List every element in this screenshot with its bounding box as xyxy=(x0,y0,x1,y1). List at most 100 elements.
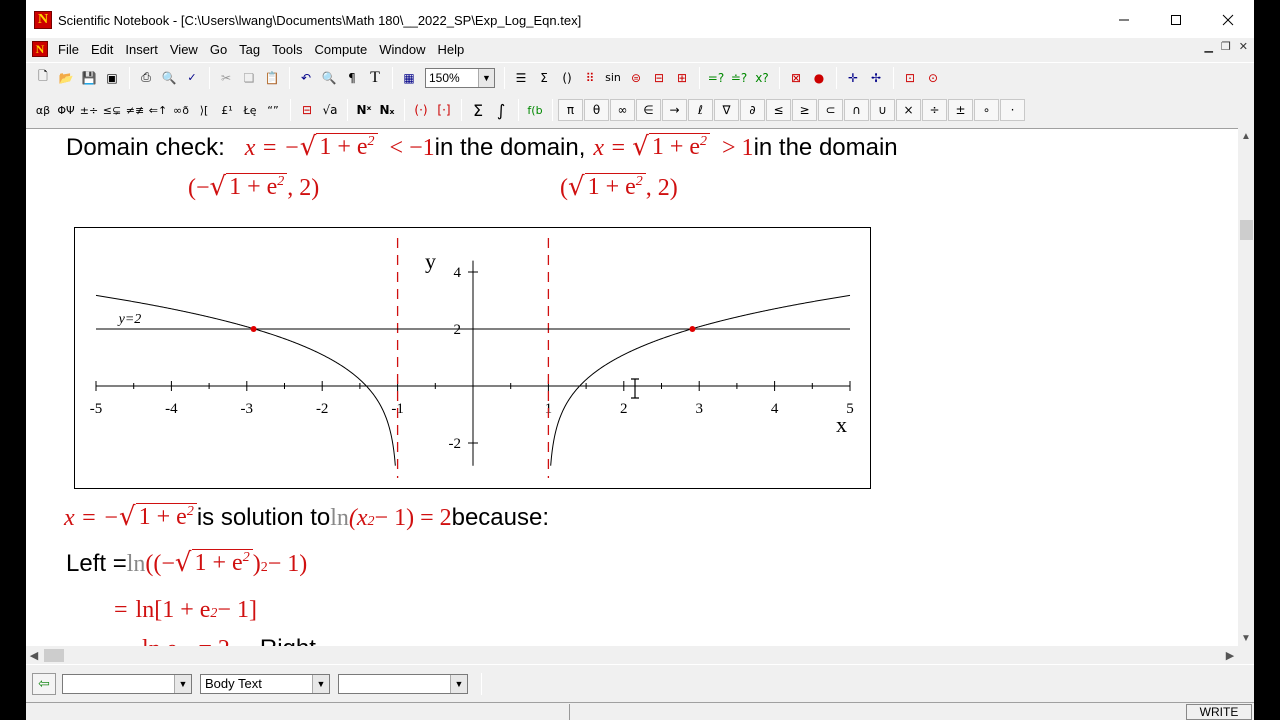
spellcheck-icon[interactable]: ✓ xyxy=(181,67,203,89)
scroll-down-icon[interactable]: ▼ xyxy=(1238,630,1254,646)
evaluate-icon[interactable]: =? xyxy=(705,67,727,89)
text-mode-icon[interactable]: T xyxy=(364,67,386,89)
simplify-icon[interactable]: x? xyxy=(751,67,773,89)
text-tag-select[interactable]: ▼ xyxy=(338,673,468,694)
insert-fraction-icon[interactable]: ⊟ xyxy=(296,99,318,121)
display-icon[interactable]: ⊜ xyxy=(625,67,647,89)
expand-icon[interactable]: ⊠ xyxy=(785,67,807,89)
menu-file[interactable]: File xyxy=(52,42,85,57)
misc-symbols-icon[interactable]: ∞ð xyxy=(170,99,192,121)
menu-help[interactable]: Help xyxy=(432,42,471,57)
negated-relations-icon[interactable]: ≠≢ xyxy=(124,99,146,121)
zoom-select[interactable]: 150% ▼ xyxy=(425,67,495,88)
menu-view[interactable]: View xyxy=(164,42,204,57)
scroll-left-icon[interactable]: ◀ xyxy=(26,646,42,664)
radical-icon[interactable]: ⊞ xyxy=(671,67,693,89)
print-preview-icon[interactable]: 🔍 xyxy=(158,67,180,89)
body-tag-select[interactable]: Body Text ▼ xyxy=(200,673,330,694)
symbol-arrow-button[interactable]: → xyxy=(662,99,687,121)
symbol-union-button[interactable]: ∪ xyxy=(870,99,895,121)
paste-icon[interactable]: 📋 xyxy=(261,67,283,89)
save-all-icon[interactable]: ▣ xyxy=(101,67,123,89)
paragraph-marks-icon[interactable]: ¶ xyxy=(341,67,363,89)
greek-upper-icon[interactable]: ΦΨ xyxy=(55,99,77,121)
vertical-scrollbar[interactable]: ▲ ▼ xyxy=(1238,128,1254,646)
save-icon[interactable]: 💾 xyxy=(78,67,100,89)
symbol-ell-button[interactable]: ℓ xyxy=(688,99,713,121)
plot-frame[interactable]: -5-4-3-2-11234542-2xyy=2 xyxy=(74,227,871,489)
insert-brackets-icon[interactable]: (·) xyxy=(410,99,432,121)
copy-icon[interactable]: ❏ xyxy=(238,67,260,89)
doc-close-icon[interactable]: ✕ xyxy=(1239,40,1248,53)
doc-minimize-icon[interactable]: ▁ xyxy=(1204,40,1212,53)
symbol-pi-button[interactable]: π xyxy=(558,99,583,121)
minimize-button[interactable] xyxy=(1098,0,1150,40)
plot-2d-icon[interactable]: ✛ xyxy=(842,67,864,89)
symbol-compose-button[interactable]: ∘ xyxy=(974,99,999,121)
symbol-subset-button[interactable]: ⊂ xyxy=(818,99,843,121)
superscript-icon[interactable]: Nˣ xyxy=(353,99,375,121)
insert-radical-icon[interactable]: √a xyxy=(319,99,341,121)
symbol-infinity-button[interactable]: ∞ xyxy=(610,99,635,121)
align-icon[interactable]: ☰ xyxy=(510,67,532,89)
undo-icon[interactable]: ↶ xyxy=(295,67,317,89)
scroll-up-icon[interactable]: ▲ xyxy=(1238,128,1254,144)
symbol-cdot-button[interactable]: · xyxy=(1000,99,1025,121)
back-arrow-icon[interactable]: ⇦ xyxy=(32,672,56,695)
new-file-icon[interactable]: 🗋 xyxy=(32,67,54,89)
symbol-leq-button[interactable]: ≤ xyxy=(766,99,791,121)
menu-insert[interactable]: Insert xyxy=(119,42,164,57)
insert-sum-icon[interactable]: Σ xyxy=(467,99,489,121)
delimiters-icon[interactable]: ⟩[ xyxy=(193,99,215,121)
symbol-theta-button[interactable]: θ xyxy=(584,99,609,121)
horizontal-scrollbar[interactable]: ◀ ▶ xyxy=(26,646,1254,664)
quotes-icon[interactable]: “” xyxy=(262,99,284,121)
horizontal-scroll-thumb[interactable] xyxy=(44,649,64,662)
evaluate-numeric-icon[interactable]: ≐? xyxy=(728,67,750,89)
symbol-nabla-button[interactable]: ∇ xyxy=(714,99,739,121)
insert-integral-icon[interactable]: ∫ xyxy=(490,99,512,121)
plot-3d-icon[interactable]: ✢ xyxy=(865,67,887,89)
menu-edit[interactable]: Edit xyxy=(85,42,119,57)
symbol-divide-button[interactable]: ÷ xyxy=(922,99,947,121)
symbol-geq-button[interactable]: ≥ xyxy=(792,99,817,121)
fraction-icon[interactable]: ⊟ xyxy=(648,67,670,89)
doc-restore-icon[interactable]: ❐ xyxy=(1221,40,1231,53)
document-logo-icon[interactable]: N xyxy=(32,41,48,57)
matrix-icon[interactable]: ⠿ xyxy=(579,67,601,89)
menu-tools[interactable]: Tools xyxy=(266,42,308,57)
stop-icon[interactable]: ● xyxy=(808,67,830,89)
symbol-intersection-button[interactable]: ∩ xyxy=(844,99,869,121)
symbol-element-button[interactable]: ∈ xyxy=(636,99,661,121)
relations-icon[interactable]: ≤⊊ xyxy=(101,99,123,121)
function-icon[interactable]: sin xyxy=(602,67,624,89)
arrows-icon[interactable]: ⇐↑ xyxy=(147,99,169,121)
show-definitions-icon[interactable]: ⊙ xyxy=(922,67,944,89)
latin-icon[interactable]: £¹ xyxy=(216,99,238,121)
menu-tag[interactable]: Tag xyxy=(233,42,266,57)
find-icon[interactable]: 🔍 xyxy=(318,67,340,89)
symbol-partial-button[interactable]: ∂ xyxy=(740,99,765,121)
print-icon[interactable]: ⎙ xyxy=(135,67,157,89)
subscript-icon[interactable]: Nₓ xyxy=(376,99,398,121)
menu-window[interactable]: Window xyxy=(373,42,431,57)
symbol-plusminus-button[interactable]: ± xyxy=(948,99,973,121)
section-tag-select[interactable]: ▼ xyxy=(62,673,192,694)
sum-icon[interactable]: Σ xyxy=(533,67,555,89)
scroll-right-icon[interactable]: ▶ xyxy=(1222,646,1238,664)
insert-matrix-icon[interactable]: [·] xyxy=(433,99,455,121)
cut-icon[interactable]: ✂ xyxy=(215,67,237,89)
menu-go[interactable]: Go xyxy=(204,42,233,57)
greek-lower-icon[interactable]: αβ xyxy=(32,99,54,121)
document-area[interactable]: Domain check: x = − √ 1 + e2 < −1 in the … xyxy=(26,128,1238,646)
brackets-icon[interactable]: () xyxy=(556,67,578,89)
table-icon[interactable]: ▦ xyxy=(398,67,420,89)
vertical-scroll-thumb[interactable] xyxy=(1240,220,1253,240)
close-button[interactable] xyxy=(1202,0,1254,40)
define-icon[interactable]: ⊡ xyxy=(899,67,921,89)
maximize-button[interactable] xyxy=(1150,0,1202,40)
binary-ops-icon[interactable]: ±÷ xyxy=(78,99,100,121)
insert-operator-icon[interactable]: f(b xyxy=(524,99,546,121)
latin-extended-icon[interactable]: Łę xyxy=(239,99,261,121)
symbol-times-button[interactable]: × xyxy=(896,99,921,121)
